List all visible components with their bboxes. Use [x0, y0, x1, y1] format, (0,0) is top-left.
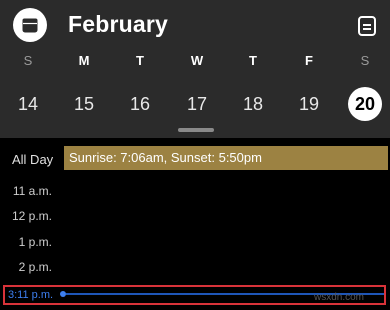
watermark: wsxdn.com	[314, 292, 365, 303]
hour-label: 2 p.m.	[18, 260, 52, 274]
hour-label: 12 p.m.	[11, 209, 52, 223]
day-cell[interactable]: 17	[180, 87, 214, 121]
week-header: February S M T W T F S 14 15 16 17 18 19…	[0, 0, 390, 138]
day-cell[interactable]: 16	[123, 87, 157, 121]
view-toggle-icon	[358, 16, 376, 36]
weekday-label: S	[360, 53, 370, 68]
weekday-label: F	[305, 53, 313, 68]
view-toggle-button[interactable]	[356, 15, 378, 37]
weekday-label: W	[190, 53, 204, 68]
selected-day-cell[interactable]: 20	[348, 87, 382, 121]
all-day-event[interactable]: Sunrise: 7:06am, Sunset: 5:50pm	[64, 146, 388, 170]
calendar-icon	[22, 18, 38, 33]
all-day-label: All Day	[12, 152, 54, 167]
weekday-label: S	[23, 53, 33, 68]
month-title[interactable]: February	[68, 11, 168, 38]
hour-label: 1 p.m.	[18, 235, 52, 249]
day-cell[interactable]: 18	[236, 87, 270, 121]
weekday-label: M	[78, 53, 90, 68]
hour-label: 11 a.m.	[12, 184, 52, 198]
weekday-label: T	[249, 53, 257, 68]
calendar-icon-button[interactable]	[13, 8, 47, 42]
weekday-label: T	[136, 53, 144, 68]
drag-handle[interactable]	[178, 128, 214, 132]
day-cell[interactable]: 19	[292, 87, 326, 121]
day-cell[interactable]: 14	[11, 87, 45, 121]
day-cell[interactable]: 15	[67, 87, 101, 121]
